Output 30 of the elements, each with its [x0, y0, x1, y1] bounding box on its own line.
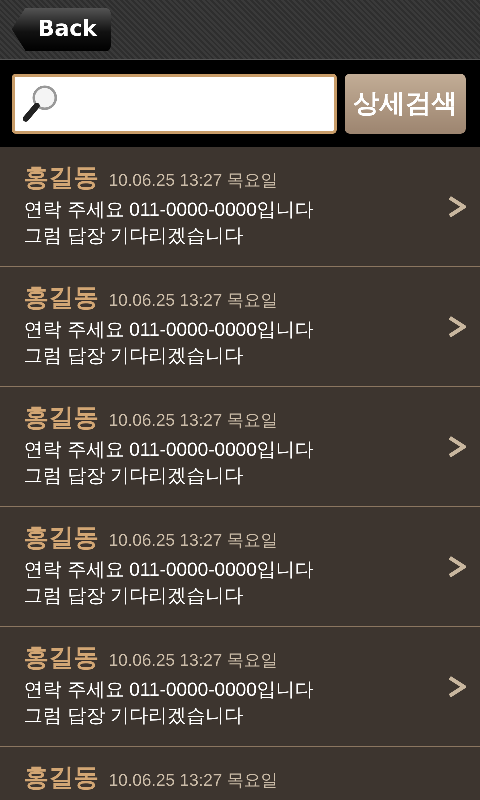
sender-name: 홍길동	[24, 283, 99, 314]
sender-name: 홍길동	[24, 523, 99, 554]
chevron-right-icon	[448, 676, 466, 698]
message-text: 그럼 답장 기다리겠습니다	[24, 585, 245, 609]
message-date: 10.06.25 13:27 목요일	[109, 290, 278, 312]
message-text: 그럼 답장 기다리겠습니다	[24, 705, 245, 729]
message-date: 10.06.25 13:27 목요일	[109, 650, 278, 672]
sender-name: 홍길동	[24, 643, 99, 674]
message-text: 그럼 답장 기다리겠습니다	[24, 345, 245, 369]
message-text: 그럼 답장 기다리겠습니다	[24, 225, 245, 249]
chevron-right-icon	[448, 316, 466, 338]
sender-name: 홍길동	[24, 163, 99, 194]
chevron-right-icon	[448, 556, 466, 578]
sender-name: 홍길동	[24, 763, 99, 794]
message-text: 연락 주세요 011-0000-0000입니다	[24, 199, 316, 223]
message-text: 연락 주세요 011-0000-0000입니다	[24, 319, 316, 343]
sender-name: 홍길동	[24, 403, 99, 434]
message-text: 연락 주세요 011-0000-0000입니다	[24, 559, 316, 583]
message-text: 그럼 답장 기다리겠습니다	[24, 465, 245, 489]
search-field[interactable]	[12, 74, 337, 134]
message-text: 연락 주세요 011-0000-0000입니다	[24, 439, 316, 463]
back-button[interactable]: Back	[12, 8, 112, 52]
message-text: 연락 주세요 011-0000-0000입니다	[24, 679, 316, 703]
message-date: 10.06.25 13:27 목요일	[109, 530, 278, 552]
message-date: 10.06.25 13:27 목요일	[109, 770, 278, 792]
chevron-right-icon	[448, 436, 466, 458]
chevron-right-icon	[448, 196, 466, 218]
message-date: 10.06.25 13:27 목요일	[109, 170, 278, 192]
search-icon	[23, 84, 59, 124]
message-date: 10.06.25 13:27 목요일	[109, 410, 278, 432]
